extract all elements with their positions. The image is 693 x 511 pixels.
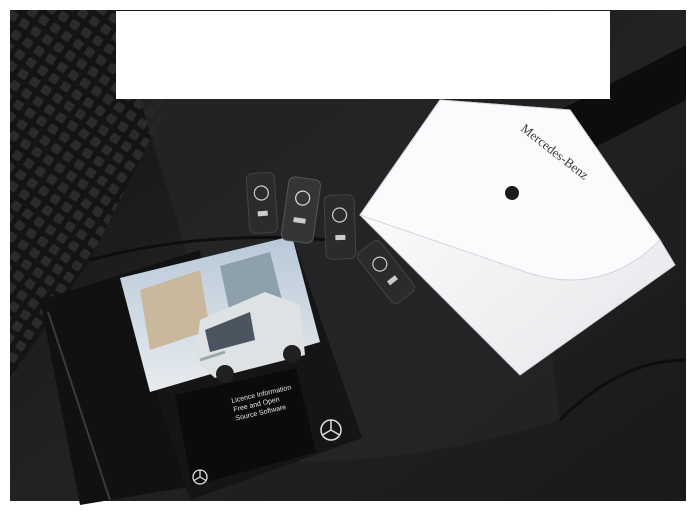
pouch-button: [505, 186, 519, 200]
key-fob-1: [245, 172, 279, 234]
redaction-bar: [116, 11, 610, 99]
key-fob-3: [323, 194, 357, 260]
